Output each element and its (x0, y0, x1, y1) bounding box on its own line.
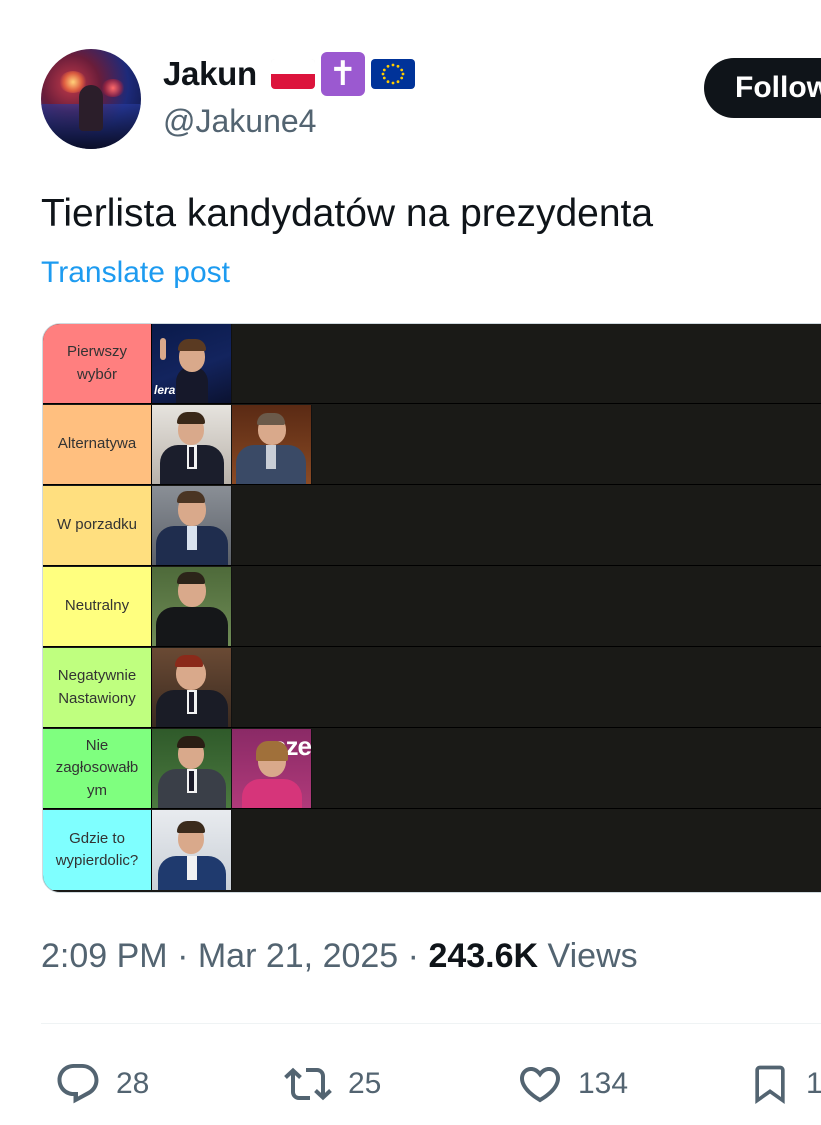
post-date[interactable]: Mar 21, 2025 (198, 937, 398, 975)
tier-label: W porzadku (43, 486, 152, 565)
repost-count: 25 (348, 1067, 382, 1100)
views-label: Views (547, 937, 638, 975)
reply-count: 28 (116, 1067, 150, 1100)
divider (41, 1023, 821, 1024)
candidate-photo (152, 486, 232, 565)
candidate-photo: raze (232, 729, 312, 808)
tier-label: Alternatywa (43, 405, 152, 484)
repost-button[interactable]: 25 (282, 1059, 381, 1109)
reply-button[interactable]: 28 (54, 1059, 149, 1109)
author-handle[interactable]: @Jakune4 (163, 103, 316, 140)
tier-label: Nie zagłosowałb ym (43, 729, 152, 808)
candidate-photo: lera (152, 324, 232, 403)
candidate-photo (152, 729, 232, 808)
tier-row-5: Negatywnie Nastawiony (43, 648, 821, 728)
author-name-row: Jakun ✝ (163, 52, 415, 96)
translate-post-link[interactable]: Translate post (41, 256, 230, 290)
tweet-page: Jakun ✝ @Jakune4 Follow Tierlista kandyd… (0, 0, 821, 1125)
post-time[interactable]: 2:09 PM (41, 937, 168, 975)
tier-label: Neutralny (43, 567, 152, 646)
candidate-photo (152, 567, 232, 646)
like-count: 134 (578, 1067, 629, 1100)
tier-row-4: Neutralny (43, 567, 821, 647)
tier-row-7: Gdzie to wypierdolic? (43, 810, 821, 890)
candidate-photo (152, 648, 232, 727)
tier-label: Pierwszy wybór (43, 324, 152, 403)
eu-flag-icon (370, 59, 415, 89)
views-count: 243.6K (428, 937, 539, 975)
heart-icon (519, 1067, 561, 1103)
tier-row-1: Pierwszy wybór lera (43, 324, 821, 404)
reply-icon (57, 1064, 99, 1104)
bookmark-button[interactable]: 1 (748, 1059, 821, 1109)
tier-label: Negatywnie Nastawiony (43, 648, 152, 727)
tier-list-image[interactable]: Pierwszy wybór lera Alternatywa W porzad… (42, 323, 821, 893)
latin-cross-icon: ✝ (320, 52, 365, 96)
post-text: Tierlista kandydatów na prezydenta (41, 192, 654, 235)
candidate-photo (232, 405, 312, 484)
tier-label: Gdzie to wypierdolic? (43, 810, 152, 890)
candidate-photo (152, 405, 232, 484)
avatar-figure (79, 85, 103, 131)
bookmark-icon (755, 1065, 785, 1105)
bookmark-count: 1 (806, 1067, 821, 1100)
stage-banner-text: lera (154, 383, 176, 397)
author-display-name[interactable]: Jakun (163, 55, 257, 93)
author-avatar[interactable] (41, 49, 141, 149)
repost-icon (284, 1067, 332, 1101)
follow-button[interactable]: Follow (704, 58, 821, 118)
tier-row-6: Nie zagłosowałb ym raze (43, 729, 821, 809)
post-meta: 2:09 PM · Mar 21, 2025 · 243.6K Views (41, 937, 638, 976)
avatar-light-flare-red (101, 79, 125, 97)
poland-flag-icon (270, 59, 315, 89)
meta-separator: · (407, 937, 419, 975)
meta-separator: · (177, 937, 189, 975)
tier-row-2: Alternatywa (43, 405, 821, 485)
tier-row-3: W porzadku (43, 486, 821, 566)
candidate-photo (152, 810, 232, 890)
like-button[interactable]: 134 (516, 1059, 628, 1109)
